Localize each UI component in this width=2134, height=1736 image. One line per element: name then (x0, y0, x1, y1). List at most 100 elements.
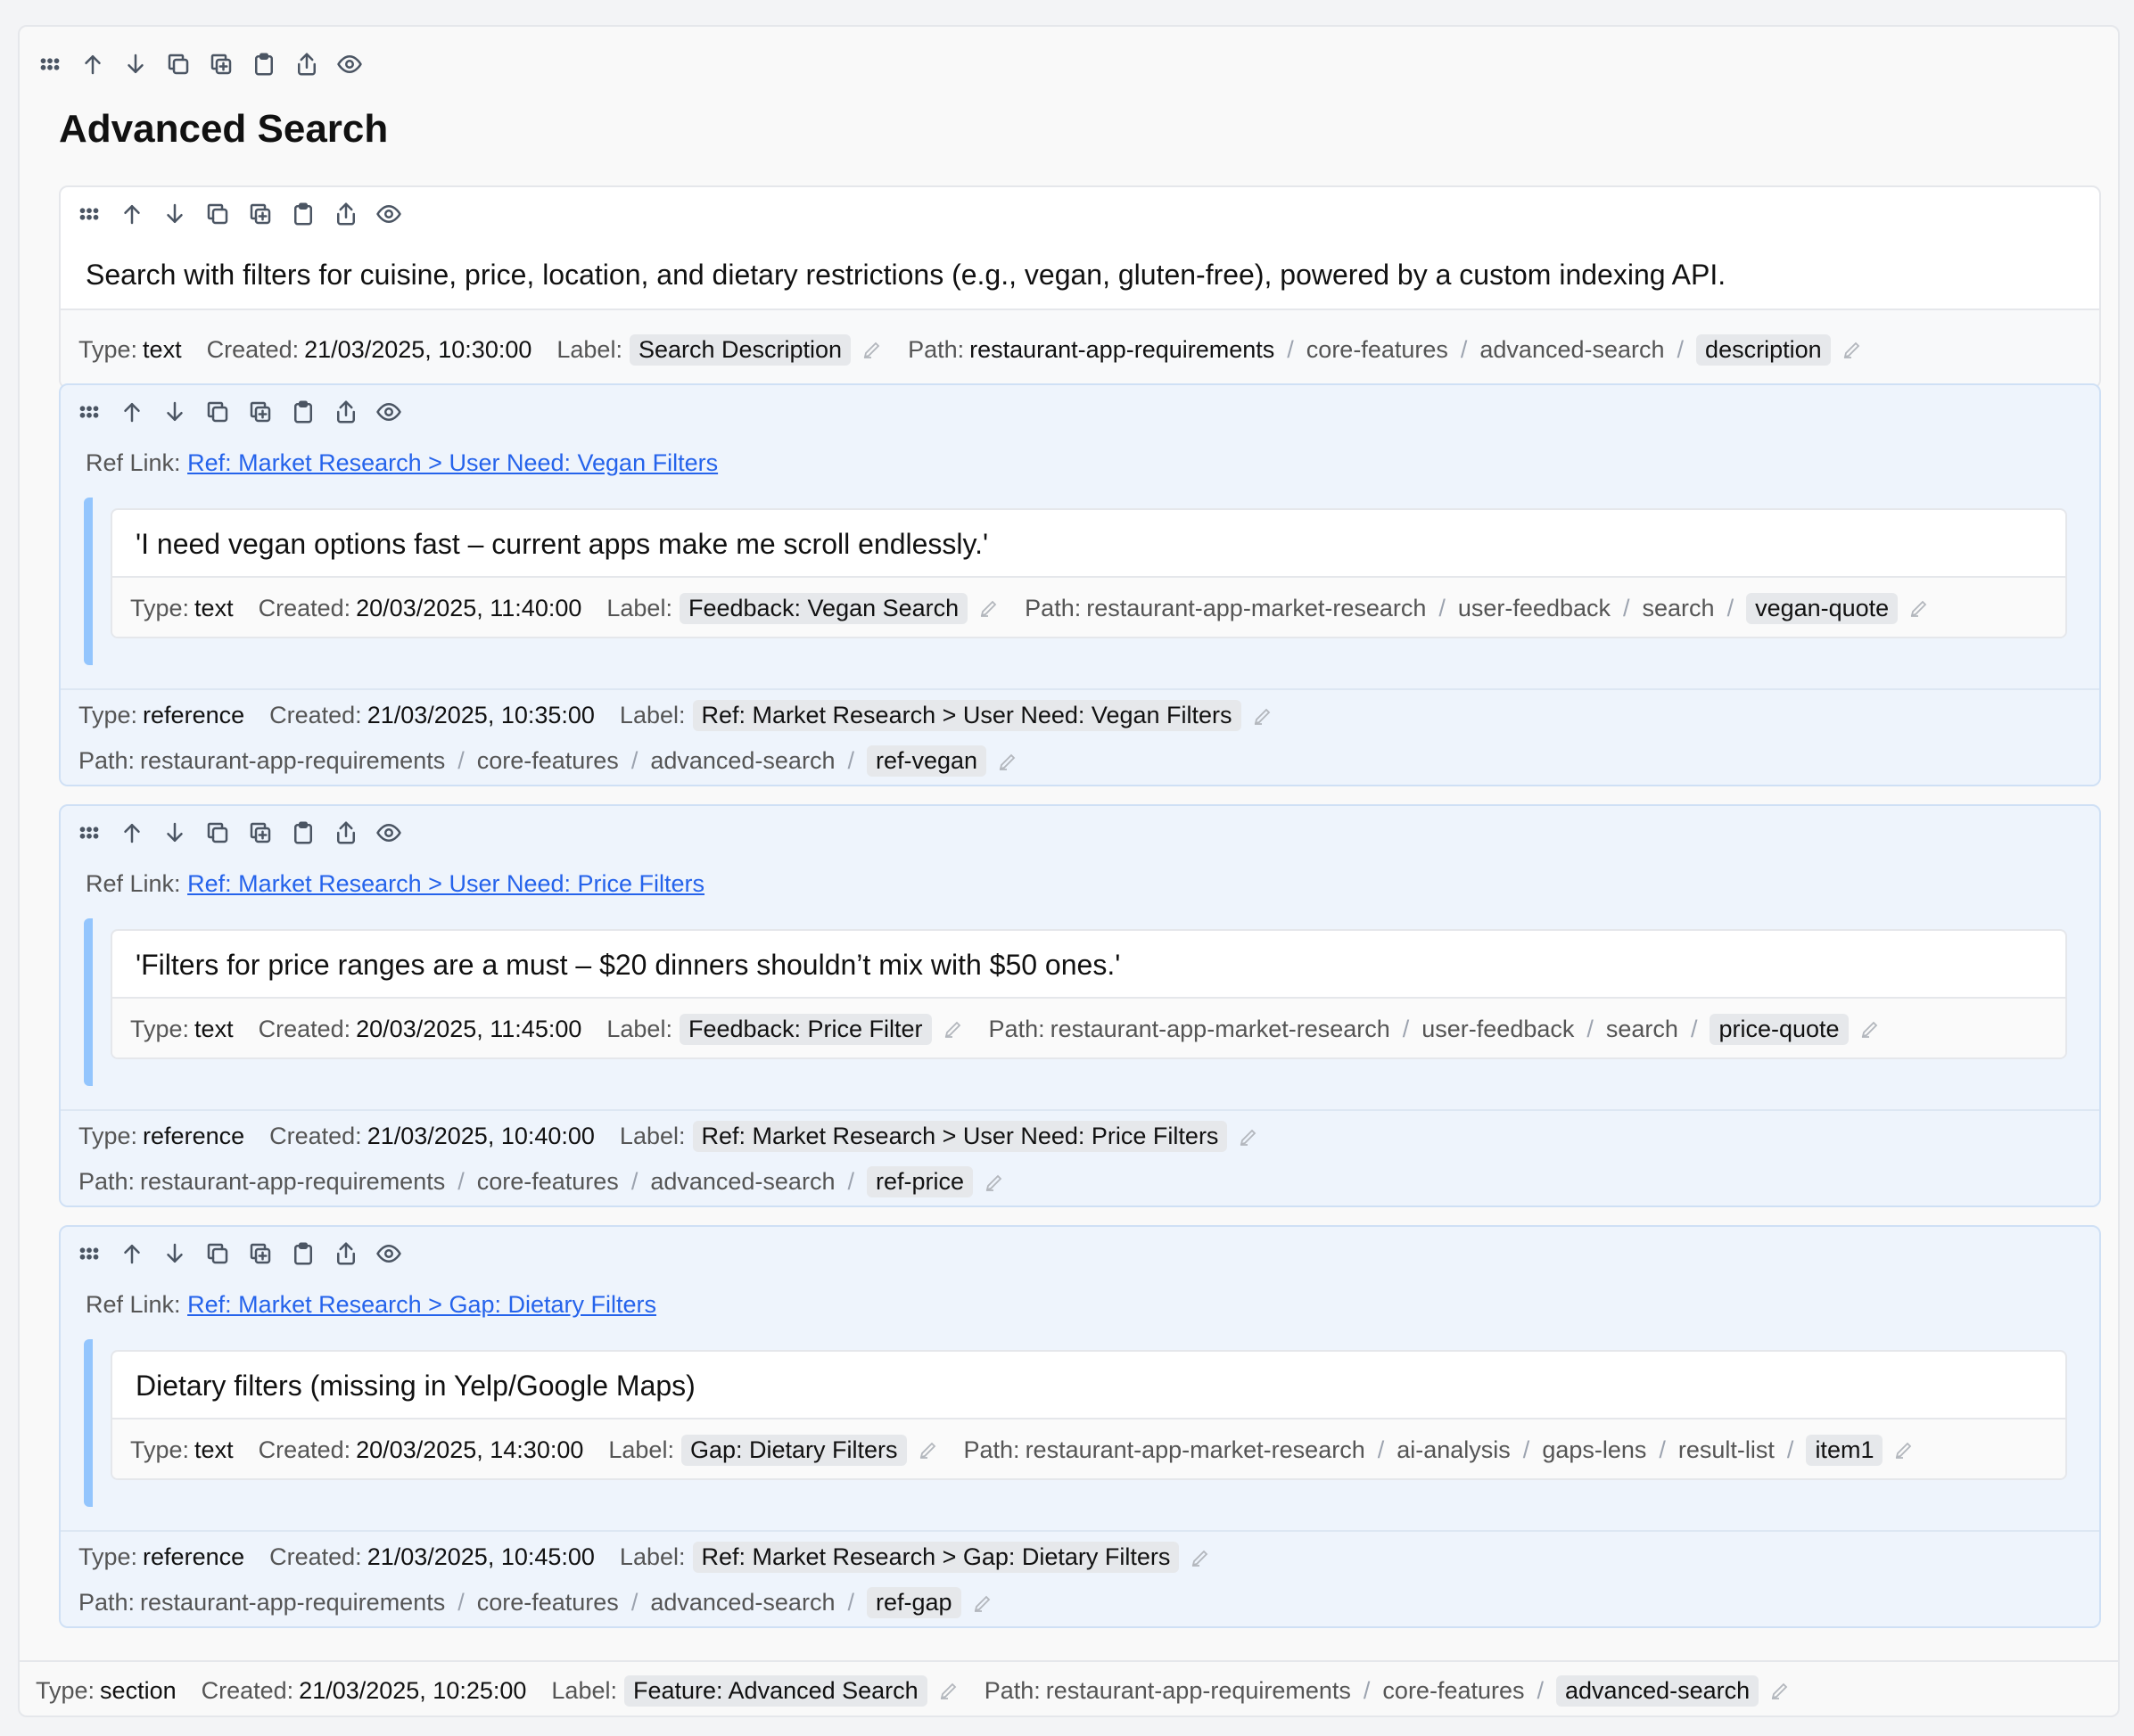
eye-icon[interactable] (367, 1234, 410, 1273)
edit-pencil-icon[interactable] (1252, 705, 1273, 727)
path-segment[interactable]: advanced-search (650, 1589, 835, 1617)
ref-link[interactable]: Ref: Market Research > User Need: Vegan … (187, 449, 718, 476)
edit-pencil-icon[interactable] (861, 339, 883, 360)
path-segment[interactable]: user-feedback (1421, 1016, 1574, 1043)
export-icon[interactable] (325, 194, 367, 234)
edit-pencil-icon[interactable] (1908, 597, 1930, 619)
move-down-icon[interactable] (114, 45, 157, 84)
duplicate-icon[interactable] (239, 194, 282, 234)
copy-icon[interactable] (157, 45, 200, 84)
path-last-chip[interactable]: price-quote (1710, 1013, 1849, 1045)
path-segment[interactable]: advanced-search (1479, 336, 1664, 364)
path-segment[interactable]: restaurant-app-requirements (140, 1589, 445, 1617)
edit-pencil-icon[interactable] (1842, 339, 1863, 360)
eye-icon[interactable] (367, 813, 410, 852)
path-last-chip[interactable]: advanced-search (1556, 1674, 1759, 1707)
drag-handle-icon[interactable] (68, 392, 111, 432)
edit-pencil-icon[interactable] (984, 1172, 1005, 1193)
path-last-chip[interactable]: item1 (1806, 1434, 1883, 1466)
edit-pencil-icon[interactable] (938, 1680, 960, 1701)
clipboard-icon[interactable] (282, 1234, 325, 1273)
path-last-chip[interactable]: ref-vegan (866, 745, 987, 777)
edit-pencil-icon[interactable] (918, 1439, 939, 1460)
ref-link[interactable]: Ref: Market Research > User Need: Price … (187, 870, 704, 897)
eye-icon[interactable] (367, 392, 410, 432)
edit-pencil-icon[interactable] (1190, 1547, 1211, 1568)
move-down-icon[interactable] (153, 194, 196, 234)
path-segment[interactable]: restaurant-app-requirements (1046, 1677, 1351, 1705)
path-segment[interactable]: search (1643, 595, 1715, 622)
path-segment[interactable]: restaurant-app-market-research (1086, 595, 1426, 622)
copy-icon[interactable] (196, 813, 239, 852)
clipboard-icon[interactable] (243, 45, 285, 84)
drag-handle-icon[interactable] (68, 1234, 111, 1273)
referenced-quote: Dietary filters (missing in Yelp/Google … (84, 1339, 2067, 1507)
path-segment[interactable]: restaurant-app-requirements (140, 1168, 445, 1196)
path-segment[interactable]: restaurant-app-requirements (140, 747, 445, 775)
drag-handle-icon[interactable] (68, 813, 111, 852)
label-chip[interactable]: Search Description (629, 333, 852, 366)
path-segment[interactable]: advanced-search (650, 1168, 835, 1196)
path-segment[interactable]: restaurant-app-market-research (1026, 1436, 1365, 1464)
path-segment[interactable]: result-list (1678, 1436, 1775, 1464)
path-segment[interactable]: ai-analysis (1397, 1436, 1511, 1464)
copy-icon[interactable] (196, 194, 239, 234)
ref-link[interactable]: Ref: Market Research > Gap: Dietary Filt… (187, 1291, 656, 1318)
edit-pencil-icon[interactable] (1238, 1126, 1259, 1148)
edit-pencil-icon[interactable] (972, 1592, 993, 1614)
path-segment[interactable]: core-features (477, 747, 619, 775)
path-last-chip[interactable]: description (1696, 333, 1831, 366)
path-last-chip[interactable]: vegan-quote (1746, 592, 1899, 624)
edit-pencil-icon[interactable] (1893, 1439, 1915, 1460)
duplicate-icon[interactable] (239, 392, 282, 432)
move-up-icon[interactable] (111, 1234, 153, 1273)
edit-pencil-icon[interactable] (943, 1018, 964, 1040)
path-segment[interactable]: core-features (1306, 336, 1448, 364)
path-segment[interactable]: restaurant-app-market-research (1051, 1016, 1390, 1043)
move-up-icon[interactable] (111, 194, 153, 234)
edit-pencil-icon[interactable] (1769, 1680, 1791, 1701)
export-icon[interactable] (325, 392, 367, 432)
label-chip[interactable]: Feedback: Price Filter (679, 1013, 932, 1045)
path-segment[interactable]: gaps-lens (1542, 1436, 1646, 1464)
export-icon[interactable] (285, 45, 328, 84)
path-last-chip[interactable]: ref-gap (866, 1587, 961, 1618)
label-chip[interactable]: Ref: Market Research > Gap: Dietary Filt… (692, 1542, 1180, 1573)
eye-icon[interactable] (367, 194, 410, 234)
eye-icon[interactable] (328, 45, 371, 84)
edit-pencil-icon[interactable] (1859, 1018, 1881, 1040)
duplicate-icon[interactable] (239, 813, 282, 852)
path-segment[interactable]: user-feedback (1458, 595, 1611, 622)
clipboard-icon[interactable] (282, 194, 325, 234)
path-segment[interactable]: core-features (477, 1168, 619, 1196)
path-segment[interactable]: core-features (477, 1589, 619, 1617)
drag-handle-icon[interactable] (68, 194, 111, 234)
duplicate-icon[interactable] (200, 45, 243, 84)
path-segment[interactable]: search (1606, 1016, 1678, 1043)
copy-icon[interactable] (196, 1234, 239, 1273)
move-up-icon[interactable] (111, 392, 153, 432)
label-chip[interactable]: Ref: Market Research > User Need: Vegan … (692, 700, 1241, 731)
label-chip[interactable]: Ref: Market Research > User Need: Price … (692, 1121, 1228, 1152)
move-up-icon[interactable] (111, 813, 153, 852)
clipboard-icon[interactable] (282, 392, 325, 432)
label-chip[interactable]: Feature: Advanced Search (623, 1674, 927, 1707)
move-down-icon[interactable] (153, 392, 196, 432)
move-down-icon[interactable] (153, 813, 196, 852)
path-segment[interactable]: core-features (1382, 1677, 1524, 1705)
edit-pencil-icon[interactable] (997, 751, 1018, 772)
label-chip[interactable]: Feedback: Vegan Search (679, 592, 968, 624)
duplicate-icon[interactable] (239, 1234, 282, 1273)
export-icon[interactable] (325, 813, 367, 852)
copy-icon[interactable] (196, 392, 239, 432)
clipboard-icon[interactable] (282, 813, 325, 852)
path-segment[interactable]: restaurant-app-requirements (969, 336, 1274, 364)
export-icon[interactable] (325, 1234, 367, 1273)
move-down-icon[interactable] (153, 1234, 196, 1273)
move-up-icon[interactable] (71, 45, 114, 84)
label-chip[interactable]: Gap: Dietary Filters (680, 1434, 907, 1466)
edit-pencil-icon[interactable] (978, 597, 1000, 619)
path-segment[interactable]: advanced-search (650, 747, 835, 775)
drag-handle-icon[interactable] (29, 45, 71, 84)
path-last-chip[interactable]: ref-price (866, 1166, 974, 1197)
